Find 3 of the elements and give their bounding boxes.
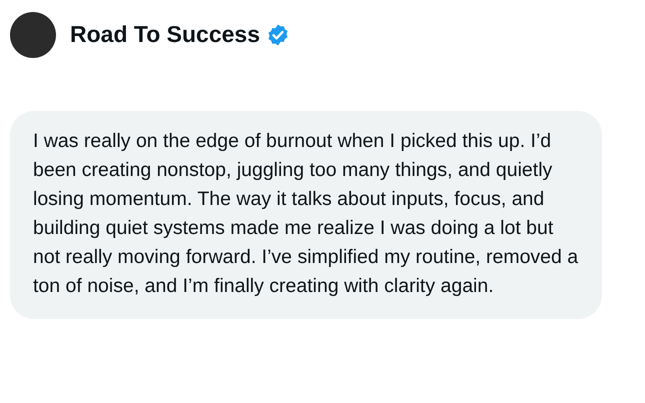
avatar-photo-placeholder[interactable] <box>10 12 56 58</box>
author-name[interactable]: Road To Success <box>70 21 260 48</box>
message-text: I was really on the edge of burnout when I picked this up. I’d been creating nonstop, juggling too many things, and quietly losing momentum. The way it talks about inputs, focus, and building quiet systems made me realize I was doing a lot but not really moving forward. I’ve simplified my routine, removed a ton of noise, and I’m finally creating with clarity again. <box>33 129 580 299</box>
